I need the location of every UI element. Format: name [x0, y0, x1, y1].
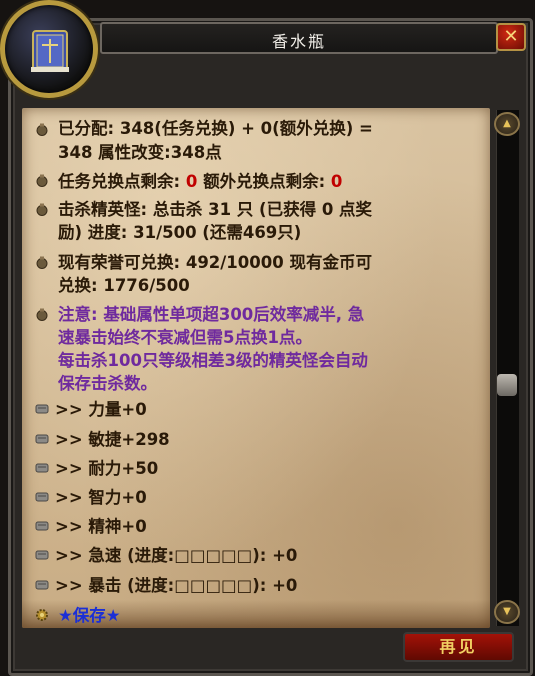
honor-line-1: 现有荣誉可兑换: 492/10000 现有金币可 — [58, 253, 372, 272]
money-bag-icon — [36, 256, 48, 269]
scroll-icon — [35, 521, 49, 531]
scroll-down-button[interactable]: ▼ — [494, 600, 520, 624]
window-title: 香水瓶 — [271, 32, 326, 51]
scroll-icon — [35, 550, 49, 560]
extra-remaining-label: 额外兑换点剩余: — [197, 172, 331, 191]
allocated-line-2: 348 属性改变:348点 — [58, 143, 222, 162]
scrollbar-track[interactable] — [496, 110, 519, 626]
money-bag-icon — [36, 174, 48, 187]
allocated-line-1: 已分配: 348(任务兑换) + 0(额外兑换) = — [58, 119, 373, 138]
stat-option-label: >> 力量+0 — [55, 400, 147, 419]
note-line-3: 每击杀100只等级相差3级的精英怪会自动 — [58, 351, 368, 370]
chevron-up-icon: ▲ — [503, 118, 511, 129]
scroll-icon — [35, 434, 49, 444]
quest-remaining-value: 0 — [185, 172, 198, 191]
blue-book-icon — [31, 30, 69, 72]
save-option-label: ★保存★ — [58, 606, 121, 625]
note-line-1: 注意: 基础属性单项超300后效率减半, 急 — [58, 305, 365, 324]
scrollbar-thumb[interactable] — [497, 374, 517, 396]
goodbye-button[interactable]: 再见 — [403, 632, 514, 662]
gear-icon — [36, 609, 48, 621]
scroll-icon — [35, 463, 49, 473]
money-bag-icon — [36, 123, 48, 136]
note-line-2: 速暴击始终不衰减但需5点换1点。 — [58, 328, 312, 347]
elite-kills-line-1: 击杀精英怪: 总击杀 31 只 (已获得 0 点奖 — [58, 200, 373, 219]
stat-option-label: >> 敏捷+298 — [55, 430, 170, 449]
extra-remaining-value: 0 — [330, 172, 343, 191]
stat-option-label: >> 耐力+50 — [55, 459, 159, 478]
stat-option-label: >> 精神+0 — [55, 517, 147, 536]
chevron-down-icon: ▼ — [503, 606, 511, 617]
elite-kills-line-2: 励) 进度: 31/500 (还需469只) — [58, 223, 302, 242]
money-bag-icon — [36, 308, 48, 321]
note-line-4: 保存击杀数。 — [58, 374, 157, 393]
close-icon: ✕ — [503, 26, 519, 47]
honor-line-2: 兑换: 1776/500 — [58, 276, 190, 295]
stat-option-label: >> 急速 (进度:□□□□□): +0 — [55, 546, 298, 565]
scroll-icon — [35, 404, 49, 414]
close-button[interactable]: ✕ — [496, 23, 526, 51]
remaining-points-line: 任务兑换点剩余: 0 额外兑换点剩余: 0 — [58, 170, 342, 194]
scroll-icon — [35, 580, 49, 590]
title-bar: 香水瓶 — [100, 22, 498, 54]
scroll-icon — [35, 492, 49, 502]
stat-option-label: >> 暴击 (进度:□□□□□): +0 — [55, 576, 298, 595]
npc-portrait — [0, 0, 98, 98]
stat-option-label: >> 智力+0 — [55, 488, 147, 507]
scroll-up-button[interactable]: ▲ — [494, 112, 520, 136]
quest-remaining-label: 任务兑换点剩余: — [58, 172, 186, 191]
money-bag-icon — [36, 203, 48, 216]
